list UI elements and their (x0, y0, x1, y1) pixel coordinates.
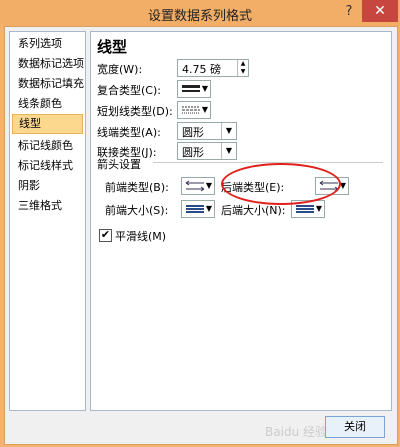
sidebar-item-marker-options[interactable]: 数据标记选项 (12, 54, 84, 74)
begin-size-dropdown[interactable]: ▼ (181, 200, 215, 218)
watermark: Baidu 经验 (265, 425, 327, 439)
dash-type-dropdown[interactable]: ▼ (177, 101, 211, 119)
dash-line-icon (182, 106, 200, 114)
width-label: 宽度(W): (97, 63, 143, 76)
chevron-down-icon: ▼ (339, 181, 346, 190)
begin-type-dropdown[interactable]: ▼ (181, 177, 215, 195)
sidebar-item-marker-line-color[interactable]: 标记线颜色 (12, 136, 83, 156)
category-list: 系列选项 数据标记选项 数据标记填充 线条颜色 线型 标记线颜色 标记线样式 阴… (9, 31, 86, 411)
sidebar-item-shadow[interactable]: 阴影 (12, 176, 83, 196)
window-close-button[interactable]: ✕ (362, 0, 398, 22)
width-value: 4.75 磅 (182, 63, 221, 76)
sidebar-item-series-options[interactable]: 系列选项 (12, 34, 83, 54)
chevron-down-icon: ▼ (201, 105, 208, 114)
help-button[interactable]: ? (340, 2, 358, 22)
compound-line-icon (182, 85, 200, 92)
width-spinner[interactable]: 4.75 磅 ▲ ▼ (177, 59, 249, 77)
smooth-line-label[interactable]: 平滑线(M) (115, 228, 166, 244)
chevron-down-icon: ▼ (221, 123, 236, 139)
chevron-down-icon: ▼ (221, 143, 236, 159)
chevron-down-icon: ▼ (201, 84, 208, 93)
sidebar-item-marker-line-style[interactable]: 标记线样式 (12, 156, 83, 176)
highlight-ellipse (221, 163, 341, 205)
arrow-settings-heading: 箭头设置 (97, 158, 141, 171)
format-data-series-dialog: 设置数据系列格式 ? ✕ 系列选项 数据标记选项 数据标记填充 线条颜色 线型 … (0, 0, 400, 447)
spinner-arrows-icon[interactable]: ▲ ▼ (237, 60, 248, 76)
arrow-size-icon (296, 205, 314, 213)
chevron-down-icon: ▼ (205, 204, 212, 213)
sidebar-item-3d-format[interactable]: 三维格式 (12, 196, 83, 216)
arrow-size-icon (186, 205, 204, 213)
title-bar: 设置数据系列格式 ? ✕ (0, 0, 400, 26)
cap-type-value: 圆形 (182, 126, 204, 139)
begin-type-label: 前端类型(B): (105, 181, 169, 194)
dash-type-label: 短划线类型(D): (97, 105, 173, 118)
smooth-line-checkbox[interactable]: ✔ (99, 229, 112, 242)
compound-type-label: 复合类型(C): (97, 84, 161, 97)
sidebar-item-line-color[interactable]: 线条颜色 (12, 94, 83, 114)
sidebar-item-line-style[interactable]: 线型 (12, 114, 83, 134)
dialog-content: 系列选项 数据标记选项 数据标记填充 线条颜色 线型 标记线颜色 标记线样式 阴… (4, 26, 398, 445)
section-title: 线型 (97, 38, 128, 56)
line-style-panel: 线型 宽度(W): 4.75 磅 ▲ ▼ 复合类型(C): ▼ 短划线类型(D):… (90, 31, 392, 411)
compound-type-dropdown[interactable]: ▼ (177, 80, 211, 98)
chevron-down-icon: ▼ (205, 181, 212, 190)
begin-size-label: 前端大小(S): (105, 204, 169, 217)
arrow-type-icon (185, 180, 205, 192)
join-type-dropdown[interactable]: 圆形 ▼ (177, 142, 237, 160)
join-type-value: 圆形 (182, 146, 204, 159)
sidebar-item-marker-fill[interactable]: 数据标记填充 (12, 74, 84, 94)
close-button[interactable]: 关闭 (325, 416, 385, 438)
cap-type-dropdown[interactable]: 圆形 ▼ (177, 122, 237, 140)
chevron-down-icon: ▼ (315, 204, 322, 213)
cap-type-label: 线端类型(A): (97, 126, 161, 139)
